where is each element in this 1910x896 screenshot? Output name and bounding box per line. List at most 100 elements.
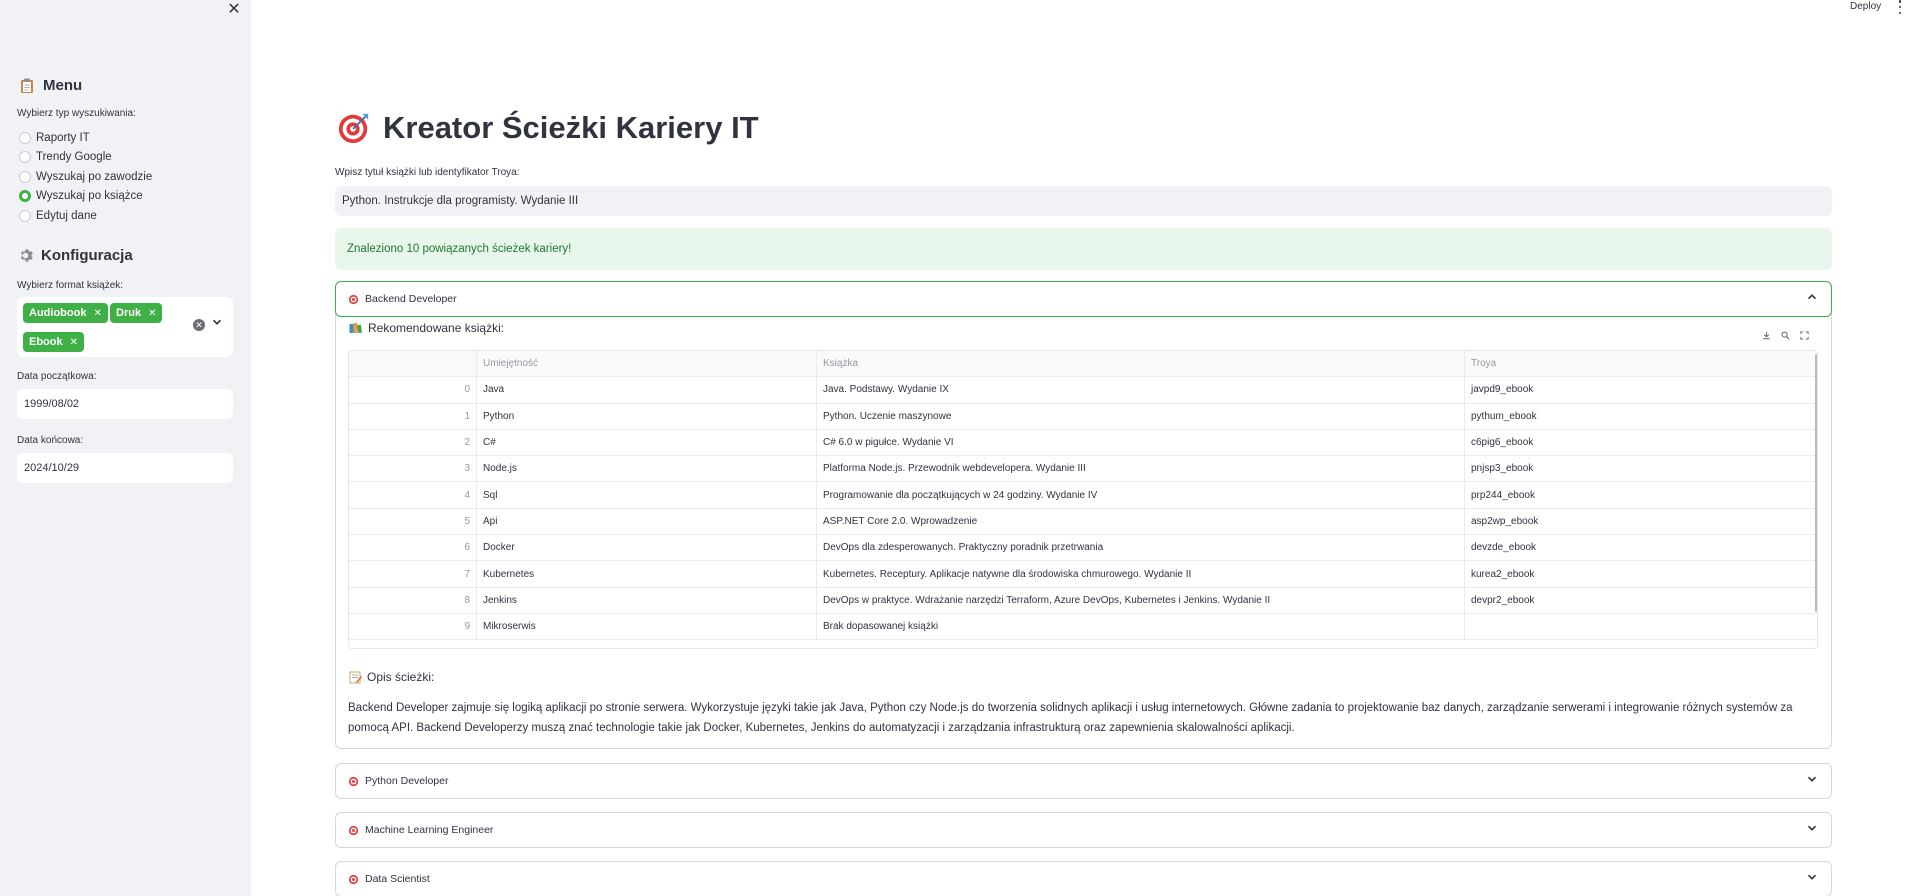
row-index[interactable]: 6 <box>349 535 477 561</box>
deploy-button[interactable]: Deploy <box>1850 1 1881 12</box>
book-search-input[interactable]: Python. Instrukcje dla programisty. Wyda… <box>335 186 1832 216</box>
cell-umiejetnosc[interactable]: Node.js <box>477 456 817 482</box>
column-header-ksiazka[interactable]: Książka <box>817 351 1465 377</box>
clear-all-icon[interactable]: ✕ <box>193 319 205 331</box>
cell-umiejetnosc[interactable]: Jenkins <box>477 587 817 613</box>
radio-button[interactable] <box>19 151 31 164</box>
cell-troya[interactable]: c6pig6_ebook <box>1465 430 1817 455</box>
close-sidebar-icon[interactable]: ✕ <box>226 0 242 18</box>
remove-tag-icon[interactable]: ✕ <box>93 308 101 319</box>
column-header-troya[interactable]: Troya <box>1465 351 1817 376</box>
radio-button[interactable] <box>19 131 31 144</box>
cell-ksiazka[interactable]: Python. Uczenie maszynowe <box>817 403 1465 429</box>
chevron-down-icon[interactable] <box>1807 872 1817 885</box>
chevron-down-icon[interactable] <box>1807 823 1817 836</box>
expander-header[interactable]: Machine Learning Engineer <box>336 813 1831 847</box>
books-title-text: Rekomendowane książki: <box>368 321 505 335</box>
expander-data-scientist[interactable]: Data Scientist <box>335 861 1832 896</box>
cell-troya[interactable]: kurea2_ebook <box>1465 561 1817 586</box>
row-index[interactable]: 5 <box>349 508 477 535</box>
books-table: Umiejętność Książka Troya 0 Java Java. Pod… <box>348 350 1818 649</box>
cell-ksiazka[interactable]: DevOps dla zdesperowanych. Praktyczny po… <box>817 535 1465 561</box>
target-icon <box>338 113 369 144</box>
table-row[interactable]: 1 Python Python. Uczenie maszynowe pythum_e… <box>349 403 1817 430</box>
cell-umiejetnosc[interactable]: Kubernetes <box>477 561 817 587</box>
expander-header[interactable]: Backend Developer <box>335 281 1832 317</box>
radio-button[interactable] <box>19 209 31 222</box>
cell-troya[interactable]: devzde_ebook <box>1465 535 1817 560</box>
cell-ksiazka[interactable]: DevOps w praktyce. Wdrażanie narzędzi Te… <box>817 587 1465 613</box>
cell-troya[interactable]: pythum_ebook <box>1465 404 1817 429</box>
format-tag-druk[interactable]: Druk ✕ <box>110 303 163 323</box>
cell-ksiazka[interactable]: Brak dopasowanej książki <box>817 614 1465 640</box>
radio-trendy-google[interactable]: Trendy Google <box>19 148 152 168</box>
end-date-input[interactable]: 2024/10/29 <box>17 453 233 483</box>
remove-tag-icon[interactable]: ✕ <box>148 308 156 319</box>
expander-label: Data Scientist <box>365 873 430 885</box>
row-index[interactable]: 7 <box>349 561 477 587</box>
row-index[interactable]: 4 <box>349 482 477 508</box>
table-row[interactable]: 7 Kubernetes Kubernetes. Receptury. Aplika… <box>349 561 1817 588</box>
cell-umiejetnosc[interactable]: Mikroserwis <box>477 614 817 640</box>
chevron-up-icon[interactable] <box>1807 292 1817 305</box>
table-row[interactable]: 5 Api ASP.NET Core 2.0. Wprowadzenie asp2wp… <box>349 508 1817 536</box>
fullscreen-icon[interactable] <box>1799 330 1809 340</box>
cell-umiejetnosc[interactable]: C# <box>477 429 817 456</box>
cell-troya[interactable]: devpr2_ebook <box>1465 588 1817 613</box>
table-row[interactable]: 6 Docker DevOps dla zdesperowanych. Prakty… <box>349 535 1817 562</box>
table-row[interactable]: 4 Sql Programowanie dla początkujących w 2… <box>349 482 1817 509</box>
row-index[interactable]: 2 <box>349 429 477 456</box>
cell-umiejetnosc[interactable]: Api <box>477 508 817 535</box>
table-row[interactable]: 9 Mikroserwis Brak dopasowanej książki <box>349 614 1817 641</box>
column-header-umiejetnosc[interactable]: Umiejętność <box>477 351 817 377</box>
expander-machine-learning-engineer[interactable]: Machine Learning Engineer <box>335 812 1832 848</box>
row-index[interactable]: 3 <box>349 456 477 482</box>
cell-ksiazka[interactable]: Java. Podstawy. Wydanie IX <box>817 377 1465 403</box>
chevron-down-icon[interactable] <box>1807 774 1817 787</box>
cell-umiejetnosc[interactable]: Docker <box>477 535 817 561</box>
expander-python-developer[interactable]: Python Developer <box>335 763 1832 799</box>
format-label: Wybierz format książek: <box>17 280 124 291</box>
cell-ksiazka[interactable]: Kubernetes. Receptury. Aplikacje natywne… <box>817 561 1465 587</box>
radio-wyszukaj-po-zawodzie[interactable]: Wyszukaj po zawodzie <box>19 167 152 187</box>
cell-troya[interactable]: asp2wp_ebook <box>1465 509 1817 534</box>
cell-umiejetnosc[interactable]: Sql <box>477 482 817 508</box>
format-tag-audiobook[interactable]: Audiobook ✕ <box>23 303 108 323</box>
chevron-down-icon[interactable] <box>212 317 222 330</box>
table-row[interactable]: 2 C# C# 6.0 w pigułce. Wydanie VI c6pig6_eb… <box>349 429 1817 457</box>
start-date-label: Data początkowa: <box>17 371 97 382</box>
format-tag-ebook[interactable]: Ebook ✕ <box>23 332 85 352</box>
main-menu-icon[interactable] <box>1897 0 1903 14</box>
remove-tag-icon[interactable]: ✕ <box>70 337 78 348</box>
table-row[interactable]: 8 Jenkins DevOps w praktyce. Wdrażanie nar… <box>349 587 1817 614</box>
radio-raporty-it[interactable]: Raporty IT <box>19 128 152 148</box>
radio-edytuj-dane[interactable]: Edytuj dane <box>19 206 152 226</box>
table-row[interactable]: 3 Node.js Platforma Node.js. Przewodnik we… <box>349 456 1817 483</box>
cell-troya[interactable]: javpd9_ebook <box>1465 377 1817 402</box>
cell-ksiazka[interactable]: Programowanie dla początkujących w 24 go… <box>817 482 1465 508</box>
cell-troya[interactable] <box>1465 614 1817 639</box>
radio-button[interactable] <box>19 170 31 183</box>
cell-umiejetnosc[interactable]: Java <box>477 377 817 403</box>
format-multiselect[interactable]: Audiobook ✕ Druk ✕ Ebook ✕ ✕ <box>17 297 233 357</box>
row-index[interactable]: 0 <box>349 377 477 403</box>
radio-button-selected[interactable] <box>19 190 31 203</box>
cell-ksiazka[interactable]: Platforma Node.js. Przewodnik webdevelop… <box>817 456 1465 482</box>
cell-troya[interactable]: pnjsp3_ebook <box>1465 456 1817 481</box>
row-index[interactable]: 8 <box>349 587 477 613</box>
table-row[interactable]: 0 Java Java. Podstawy. Wydanie IX javpd9_eb… <box>349 377 1817 404</box>
cell-ksiazka[interactable]: ASP.NET Core 2.0. Wprowadzenie <box>817 508 1465 535</box>
cell-troya[interactable]: prp244_ebook <box>1465 483 1817 508</box>
expander-header[interactable]: Python Developer <box>336 764 1831 798</box>
cell-umiejetnosc[interactable]: Python <box>477 403 817 429</box>
start-date-input[interactable]: 1999/08/02 <box>17 389 233 419</box>
table-scrollbar[interactable] <box>1815 354 1817 612</box>
row-index[interactable]: 9 <box>349 614 477 640</box>
download-icon[interactable] <box>1761 330 1771 340</box>
path-description: Backend Developer zajmuje się logiką apl… <box>348 702 1793 734</box>
expander-header[interactable]: Data Scientist <box>336 862 1831 896</box>
search-icon[interactable] <box>1780 330 1790 340</box>
cell-ksiazka[interactable]: C# 6.0 w pigułce. Wydanie VI <box>817 429 1465 456</box>
row-index[interactable]: 1 <box>349 403 477 429</box>
radio-wyszukaj-po-ksiazce[interactable]: Wyszukaj po książce <box>19 187 152 207</box>
